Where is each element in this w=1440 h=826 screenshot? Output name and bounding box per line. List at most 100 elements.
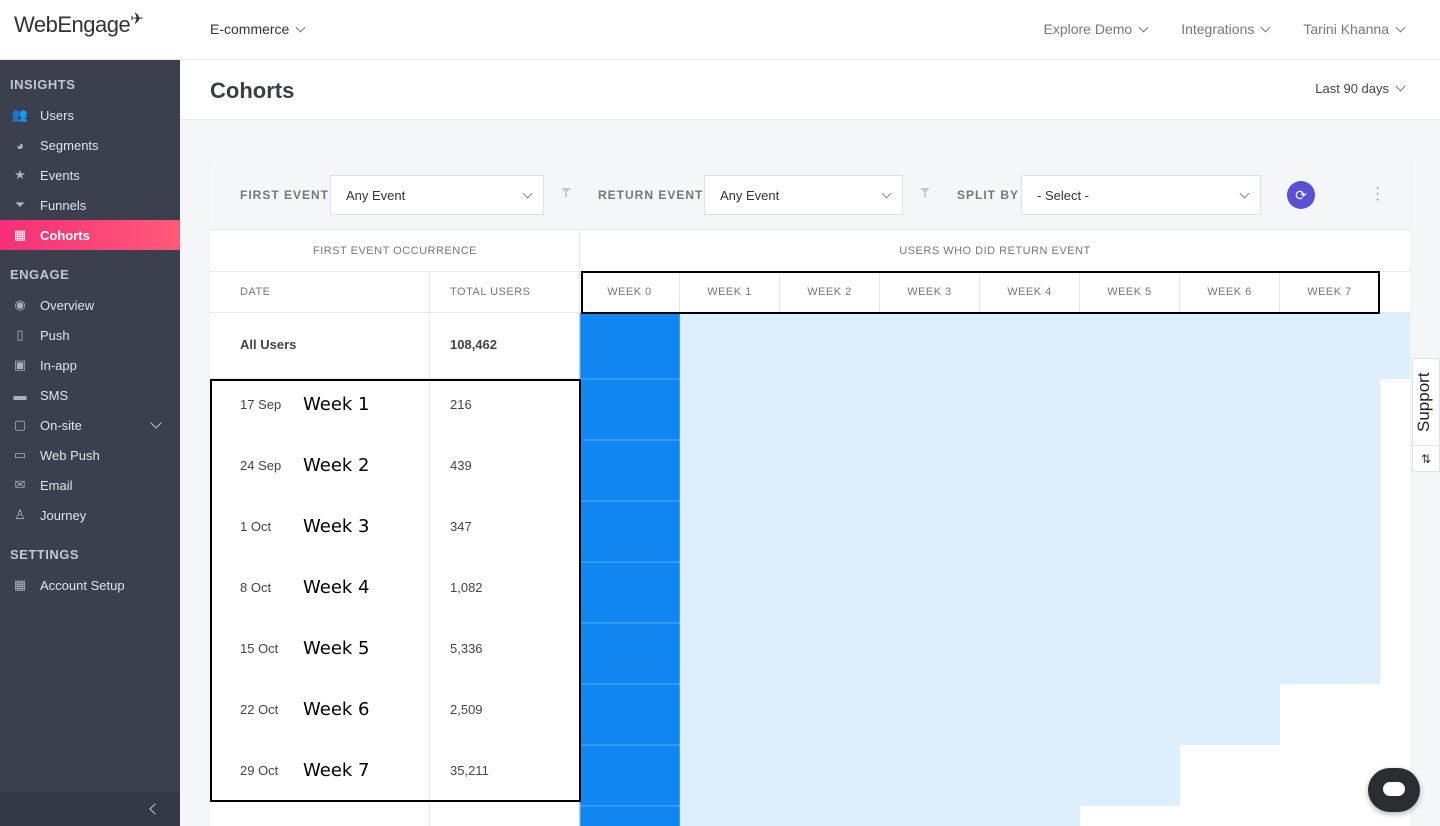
sidebar-item-email[interactable]: ✉ Email xyxy=(0,470,180,500)
retention-cell[interactable] xyxy=(580,379,680,440)
sidebar-collapse-button[interactable] xyxy=(0,792,180,826)
retention-cell[interactable] xyxy=(580,440,680,501)
retention-cell[interactable] xyxy=(1180,440,1280,501)
more-options-icon[interactable]: · · · xyxy=(1375,180,1380,208)
webpush-icon: ▭ xyxy=(13,447,27,462)
retention-cell[interactable] xyxy=(880,745,980,806)
support-tab[interactable]: Support ⇅ xyxy=(1412,358,1440,472)
date-range-selector[interactable]: Last 90 days xyxy=(1315,81,1406,96)
retention-cell[interactable] xyxy=(980,684,1080,745)
retention-cell[interactable] xyxy=(680,806,780,826)
retention-cell[interactable] xyxy=(880,440,980,501)
chat-button[interactable] xyxy=(1368,768,1420,812)
retention-cell[interactable] xyxy=(780,806,880,826)
retention-cell[interactable] xyxy=(980,806,1080,826)
retention-cell[interactable] xyxy=(1280,440,1380,501)
retention-cell[interactable] xyxy=(680,440,780,501)
refresh-button[interactable]: ⟳ xyxy=(1287,181,1315,209)
retention-cell[interactable] xyxy=(1080,684,1180,745)
retention-cell[interactable] xyxy=(1180,684,1280,745)
retention-cell[interactable] xyxy=(680,623,780,684)
retention-cell[interactable] xyxy=(1180,501,1280,562)
user-menu[interactable]: Tarini Khanna xyxy=(1303,21,1406,37)
sidebar-item-users[interactable]: 👥 Users xyxy=(0,100,180,130)
retention-cell[interactable] xyxy=(980,501,1080,562)
retention-cell[interactable] xyxy=(980,562,1080,623)
sidebar-item-on-site[interactable]: ▢ On-site xyxy=(0,410,180,440)
retention-cell[interactable] xyxy=(680,379,780,440)
retention-cell[interactable] xyxy=(1380,313,1410,379)
retention-cell[interactable] xyxy=(780,623,880,684)
sidebar-item-push[interactable]: ▯ Push xyxy=(0,320,180,350)
retention-cell[interactable] xyxy=(580,313,680,379)
retention-cell[interactable] xyxy=(1080,623,1180,684)
retention-cell[interactable] xyxy=(780,313,880,379)
settings-sliders-icon[interactable]: ⇅ xyxy=(1413,445,1439,471)
sidebar-item-overview[interactable]: ◉ Overview xyxy=(0,290,180,320)
retention-cell[interactable] xyxy=(680,684,780,745)
webengage-logo[interactable]: WebEngage✈ xyxy=(14,11,144,38)
sidebar-item-journey[interactable]: ♙ Journey xyxy=(0,500,180,530)
retention-cell[interactable] xyxy=(980,379,1080,440)
retention-cell[interactable] xyxy=(880,562,980,623)
return-event-select[interactable]: Any Event xyxy=(704,175,903,215)
retention-cell[interactable] xyxy=(1080,745,1180,806)
retention-cell[interactable] xyxy=(1180,313,1280,379)
sidebar-item-segments[interactable]: ◕ Segments xyxy=(0,130,180,160)
filter-bar: FIRST EVENT Any Event RETURN EVENT Any E… xyxy=(210,160,1410,230)
sidebar-item-in-app[interactable]: ▣ In-app xyxy=(0,350,180,380)
sidebar-item-events[interactable]: ★ Events xyxy=(0,160,180,190)
retention-cell[interactable] xyxy=(780,440,880,501)
retention-cell[interactable] xyxy=(1080,501,1180,562)
retention-cell[interactable] xyxy=(780,379,880,440)
sidebar-item-account-setup[interactable]: ▦ Account Setup xyxy=(0,570,180,600)
retention-cell[interactable] xyxy=(1080,379,1180,440)
first-event-select[interactable]: Any Event xyxy=(330,175,544,215)
retention-cell[interactable] xyxy=(1280,501,1380,562)
retention-cell[interactable] xyxy=(880,313,980,379)
retention-cell[interactable] xyxy=(680,745,780,806)
retention-cell[interactable] xyxy=(880,501,980,562)
retention-cell[interactable] xyxy=(1180,379,1280,440)
retention-cell[interactable] xyxy=(1080,440,1180,501)
retention-cell[interactable] xyxy=(880,684,980,745)
explore-demo-menu[interactable]: Explore Demo xyxy=(1044,21,1149,37)
retention-cell[interactable] xyxy=(580,806,680,826)
sidebar-item-funnels[interactable]: ⏷ Funnels xyxy=(0,190,180,220)
retention-cell[interactable] xyxy=(980,623,1080,684)
retention-cell[interactable] xyxy=(980,745,1080,806)
retention-cell[interactable] xyxy=(680,501,780,562)
retention-cell[interactable] xyxy=(880,806,980,826)
retention-cell[interactable] xyxy=(580,562,680,623)
retention-cell[interactable] xyxy=(580,623,680,684)
retention-cell[interactable] xyxy=(580,501,680,562)
split-by-select[interactable]: - Select - xyxy=(1021,175,1261,215)
retention-cell[interactable] xyxy=(1080,562,1180,623)
retention-cell[interactable] xyxy=(780,501,880,562)
retention-cell[interactable] xyxy=(680,562,780,623)
retention-cell[interactable] xyxy=(1080,313,1180,379)
filter-icon[interactable] xyxy=(920,188,930,198)
sidebar-item-sms[interactable]: ▬ SMS xyxy=(0,380,180,410)
retention-cell[interactable] xyxy=(1280,562,1380,623)
sidebar-item-web-push[interactable]: ▭ Web Push xyxy=(0,440,180,470)
retention-cell[interactable] xyxy=(780,562,880,623)
retention-cell[interactable] xyxy=(1180,623,1280,684)
filter-icon[interactable] xyxy=(561,188,571,198)
retention-cell[interactable] xyxy=(780,745,880,806)
retention-cell[interactable] xyxy=(980,313,1080,379)
retention-cell[interactable] xyxy=(680,313,780,379)
retention-cell[interactable] xyxy=(580,745,680,806)
retention-cell[interactable] xyxy=(580,684,680,745)
retention-cell[interactable] xyxy=(1280,623,1380,684)
project-selector[interactable]: E-commerce xyxy=(210,21,306,37)
retention-cell[interactable] xyxy=(1280,313,1380,379)
sidebar-item-cohorts[interactable]: ▦ Cohorts xyxy=(0,220,180,250)
retention-cell[interactable] xyxy=(780,684,880,745)
retention-cell[interactable] xyxy=(880,623,980,684)
retention-cell[interactable] xyxy=(1180,562,1280,623)
retention-cell[interactable] xyxy=(1280,379,1380,440)
retention-cell[interactable] xyxy=(980,440,1080,501)
retention-cell[interactable] xyxy=(880,379,980,440)
integrations-menu[interactable]: Integrations xyxy=(1181,21,1271,37)
